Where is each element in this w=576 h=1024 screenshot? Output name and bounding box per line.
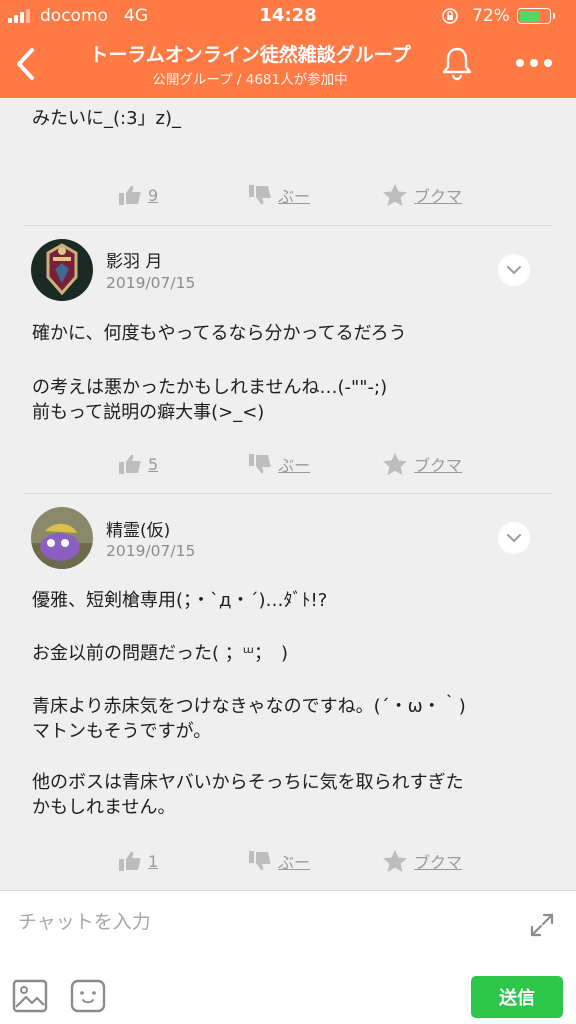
post-divider: [24, 225, 552, 226]
like-count: 5: [148, 454, 159, 474]
star-icon: [383, 453, 407, 475]
bookmark-label: ブクマ: [414, 187, 463, 206]
post-text-line: 青床より赤床気をつけなきゃなのですね。(´・ω・｀): [32, 696, 466, 717]
app-header: docomo 4G 14:28 72% トーラムオンライン徒然雑談グループ 公開…: [0, 0, 576, 98]
post-text-line: 前もって説明の癖大事(>_<): [32, 402, 265, 423]
post-menu-button[interactable]: [498, 254, 530, 286]
chat-composer: 送信: [0, 890, 576, 1024]
post-actions: 5 ぶー ブクマ: [0, 449, 576, 479]
send-button[interactable]: 送信: [471, 976, 563, 1018]
post-text-line: みたいに_(:3」z)_: [32, 108, 182, 129]
thumbs-down-icon: [249, 185, 271, 205]
post-actions: 9 ぶー ブクマ: [0, 180, 576, 210]
author-name[interactable]: 影羽 月: [106, 247, 162, 272]
post-date: 2019/07/15: [106, 274, 196, 292]
post-list: みたいに_(:3」z)_ 9 ぶー ブクマ 影羽 月 2019/07/15 確か…: [0, 98, 576, 890]
dislike-button[interactable]: ぶー: [248, 180, 310, 210]
like-button[interactable]: 1: [118, 846, 158, 876]
status-bar: docomo 4G 14:28 72%: [0, 0, 576, 32]
avatar[interactable]: [31, 239, 93, 301]
post-text-line: お金以前の問題だった( ；ᵚ； ): [32, 643, 288, 664]
thumbs-up-icon: [119, 185, 141, 205]
like-button[interactable]: 9: [118, 180, 158, 210]
dislike-label: ぶー: [278, 456, 311, 475]
avatar[interactable]: [31, 507, 93, 569]
bookmark-button[interactable]: ブクマ: [382, 846, 462, 876]
like-count: 1: [148, 851, 159, 871]
chevron-down-icon: [507, 266, 521, 275]
post-text-line: かもしれません。: [32, 797, 176, 818]
dislike-label: ぶー: [278, 187, 311, 206]
dislike-button[interactable]: ぶー: [248, 449, 310, 479]
post-text-line: 他のボスは青床ヤバいからそっちに気を取られすぎた: [32, 772, 464, 793]
expand-icon[interactable]: [526, 909, 558, 941]
orientation-lock-icon: [442, 8, 458, 24]
post-menu-button[interactable]: [498, 522, 530, 554]
battery-icon: [517, 8, 555, 24]
bookmark-button[interactable]: ブクマ: [382, 180, 462, 210]
chat-input[interactable]: [18, 905, 518, 939]
post-text-line: 確かに、何度もやってるなら分かってるだろう: [32, 323, 407, 344]
author-name[interactable]: 精霊(仮): [106, 516, 170, 541]
image-icon[interactable]: [12, 979, 48, 1013]
post-text-line: マトンもそうですが。: [32, 721, 212, 742]
bookmark-label: ブクマ: [414, 853, 463, 872]
dislike-label: ぶー: [278, 853, 311, 872]
stamp-icon[interactable]: [70, 979, 106, 1013]
group-subtitle: 公開グループ / 4681人が参加中: [152, 72, 348, 88]
post-actions: 1 ぶー ブクマ: [0, 846, 576, 876]
thumbs-up-icon: [119, 851, 141, 871]
like-count: 9: [148, 185, 159, 205]
battery-percent: 72%: [472, 6, 510, 26]
back-icon[interactable]: [10, 44, 42, 84]
like-button[interactable]: 5: [118, 449, 158, 479]
group-title: トーラムオンライン徒然雑談グループ: [89, 44, 411, 66]
bookmark-label: ブクマ: [414, 456, 463, 475]
more-dots-icon[interactable]: [512, 50, 556, 76]
bell-icon[interactable]: [438, 44, 476, 82]
post-divider: [24, 493, 552, 494]
post-date: 2019/07/15: [106, 542, 196, 560]
bookmark-button[interactable]: ブクマ: [382, 449, 462, 479]
thumbs-down-icon: [249, 454, 271, 474]
chevron-down-icon: [507, 534, 521, 543]
post-text-line: 優雅、短剣槍専用(；・`д・´)…ﾀﾞﾄ!?: [32, 590, 328, 611]
thumbs-down-icon: [249, 851, 271, 871]
star-icon: [383, 850, 407, 872]
post-text-line: の考えは悪かったかもしれませんね…(-""-;): [32, 377, 388, 398]
thumbs-up-icon: [119, 454, 141, 474]
dislike-button[interactable]: ぶー: [248, 846, 310, 876]
star-icon: [383, 184, 407, 206]
